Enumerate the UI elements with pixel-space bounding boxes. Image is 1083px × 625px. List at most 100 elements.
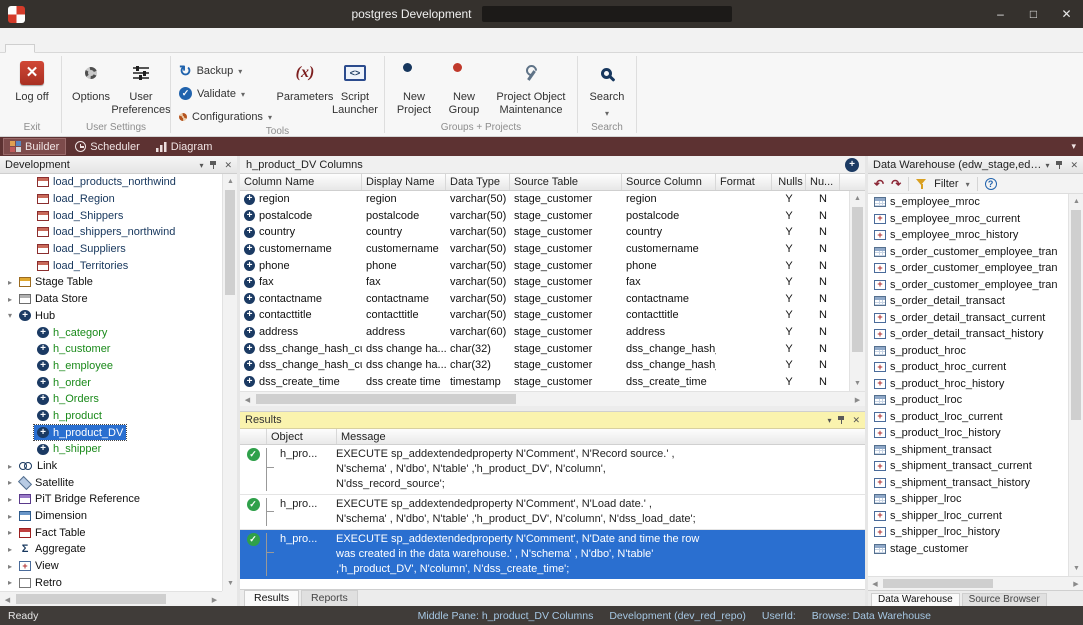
list-item[interactable]: s_product_hroc [868, 343, 1068, 360]
tree-item[interactable]: ▸ Satellite [0, 474, 222, 491]
script-launcher-button[interactable]: Script Launcher [330, 56, 380, 116]
list-item[interactable]: s_product_hroc_history [868, 376, 1068, 393]
scroll-up-icon[interactable] [1069, 194, 1083, 209]
column-row[interactable]: country country varchar(50) stage_custom… [240, 224, 849, 241]
tree-item[interactable]: load_Suppliers [0, 241, 222, 258]
backup-button[interactable]: Backup [175, 61, 276, 80]
tree-item[interactable]: h_order [0, 374, 222, 391]
column-header[interactable]: Nu... [806, 174, 840, 190]
list-item[interactable]: s_shipment_transact_history [868, 475, 1068, 492]
tab-source-browser[interactable]: Source Browser [962, 593, 1047, 606]
browser-vertical-scrollbar[interactable] [1068, 194, 1083, 576]
ribbon-tab[interactable] [5, 44, 35, 53]
column-header[interactable]: Source Column [622, 174, 716, 190]
column-row[interactable]: address address varchar(60) stage_custom… [240, 324, 849, 341]
column-row[interactable]: dss_change_hash_custo... dss change ha..… [240, 340, 849, 357]
tree-expander-icon[interactable]: ▸ [4, 528, 16, 537]
list-item[interactable]: s_employee_mroc [868, 194, 1068, 211]
list-item[interactable]: s_order_customer_employee_tran [868, 244, 1068, 261]
tree-item[interactable]: load_shippers_northwind [0, 224, 222, 241]
list-item[interactable]: s_shipment_transact_current [868, 458, 1068, 475]
scrollbar-thumb[interactable] [16, 594, 166, 604]
tree-item[interactable]: load_products_northwind [0, 174, 222, 191]
tree-expander-icon[interactable]: ▸ [4, 295, 16, 304]
add-column-icon[interactable] [845, 158, 859, 172]
results-object-header[interactable]: Object [266, 429, 336, 444]
ribbon-tab[interactable] [63, 45, 91, 52]
close-panel-icon[interactable] [224, 159, 232, 171]
grid-horizontal-scrollbar[interactable] [240, 391, 865, 406]
tree-item[interactable]: h_Orders [0, 391, 222, 408]
column-row[interactable]: dss_change_hash_custo... dss change ha..… [240, 357, 849, 374]
scroll-right-icon[interactable] [207, 592, 222, 607]
tree-expander-icon[interactable]: ▸ [4, 512, 16, 521]
tree-item[interactable]: h_product_DV [0, 424, 222, 441]
ribbon-tab[interactable] [35, 45, 63, 52]
scroll-down-icon[interactable] [1069, 561, 1083, 576]
undo-arrow-icon[interactable] [874, 177, 884, 191]
column-header[interactable]: Display Name [362, 174, 446, 190]
tree-expander-icon[interactable]: ▸ [4, 562, 16, 571]
scroll-left-icon[interactable] [868, 577, 882, 591]
grid-vertical-scrollbar[interactable] [849, 191, 865, 391]
maximize-button[interactable]: □ [1017, 0, 1050, 28]
column-row[interactable]: dss_create_time dss create time timestam… [240, 374, 849, 391]
tree-item[interactable]: ▸ Retro [0, 575, 222, 592]
column-header[interactable]: Source Table [510, 174, 622, 190]
viewbar-dropdown-icon[interactable]: ▾ [1071, 141, 1083, 152]
tree-item[interactable]: ▸ Stage Table [0, 274, 222, 291]
tree-horizontal-scrollbar[interactable] [0, 591, 222, 606]
filter-label[interactable]: Filter [934, 178, 958, 190]
tree-item[interactable]: ▸ PiT Bridge Reference [0, 491, 222, 508]
column-row[interactable]: phone phone varchar(50) stage_customer p… [240, 257, 849, 274]
scroll-down-icon[interactable] [223, 576, 238, 591]
tab-data-warehouse[interactable]: Data Warehouse [871, 593, 960, 606]
list-item[interactable]: s_shipper_lroc [868, 491, 1068, 508]
scroll-down-icon[interactable] [850, 376, 865, 391]
tree-expander-icon[interactable]: ▸ [4, 545, 16, 554]
tree-expander-icon[interactable]: ▸ [4, 578, 16, 587]
tree-item[interactable]: h_customer [0, 341, 222, 358]
tree-expander-icon[interactable]: ▸ [4, 495, 16, 504]
dropdown-caret-icon[interactable] [966, 178, 970, 190]
result-row[interactable]: h_pro... EXECUTE sp_addextendedproperty … [240, 445, 865, 495]
tree-expander-icon[interactable]: ▸ [4, 462, 16, 471]
close-panel-icon[interactable] [1070, 159, 1078, 171]
result-row[interactable]: h_pro... EXECUTE sp_addextendedproperty … [240, 530, 865, 579]
close-button[interactable]: ✕ [1050, 0, 1083, 28]
column-header[interactable]: Nulls [772, 174, 806, 190]
project-object-maintenance-button[interactable]: Project Object Maintenance [489, 56, 573, 116]
column-header[interactable]: Format [716, 174, 772, 190]
tree-item[interactable]: load_Shippers [0, 207, 222, 224]
parameters-button[interactable]: Parameters [280, 56, 330, 104]
tab-diagram[interactable]: Diagram [149, 138, 220, 155]
user-preferences-button[interactable]: User Preferences [116, 56, 166, 116]
list-item[interactable]: s_shipper_lroc_current [868, 508, 1068, 525]
list-item[interactable]: s_product_hroc_current [868, 359, 1068, 376]
tab-builder[interactable]: Builder [3, 138, 66, 155]
tree-item[interactable]: h_product [0, 408, 222, 425]
list-item[interactable]: s_employee_mroc_current [868, 211, 1068, 228]
tree-expander-icon[interactable]: ▸ [4, 478, 16, 487]
help-icon[interactable] [985, 178, 997, 190]
list-item[interactable]: s_order_detail_transact [868, 293, 1068, 310]
ribbon-tab[interactable] [91, 45, 119, 52]
list-item[interactable]: stage_customer [868, 541, 1068, 558]
column-row[interactable]: region region varchar(50) stage_customer… [240, 191, 849, 208]
log-off-button[interactable]: Log off [7, 56, 57, 104]
scroll-up-icon[interactable] [850, 191, 865, 206]
scrollbar-thumb[interactable] [852, 207, 863, 352]
filter-icon[interactable] [916, 178, 927, 189]
tree-item[interactable]: h_category [0, 324, 222, 341]
new-group-button[interactable]: New Group [439, 56, 489, 116]
tree-item[interactable]: load_Territories [0, 257, 222, 274]
list-item[interactable]: s_order_customer_employee_tran [868, 260, 1068, 277]
list-item[interactable]: s_product_lroc_history [868, 425, 1068, 442]
column-row[interactable]: contactname contactname varchar(50) stag… [240, 291, 849, 308]
new-project-button[interactable]: New Project [389, 56, 439, 116]
panel-menu-icon[interactable] [199, 159, 203, 171]
options-button[interactable]: Options [66, 56, 116, 104]
tab-reports[interactable]: Reports [301, 590, 358, 606]
column-row[interactable]: postalcode postalcode varchar(50) stage_… [240, 208, 849, 225]
list-item[interactable]: s_shipment_transact [868, 442, 1068, 459]
